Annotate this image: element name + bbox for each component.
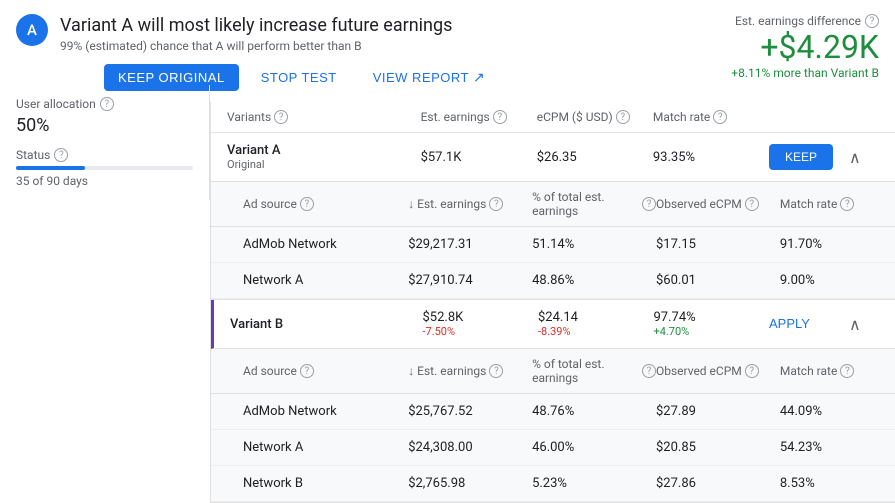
earnings-subtext: +8.11% more than Variant B: [679, 66, 879, 80]
b-row1-match: 44.09%: [780, 404, 879, 419]
view-report-button[interactable]: VIEW REPORT ↗: [359, 63, 500, 92]
variant-a-match-rate: 93.35%: [653, 150, 769, 165]
variant-a-row: Variant A Original $57.1K $26.35 93.35% …: [211, 133, 895, 182]
variant-b-chevron[interactable]: ∧: [849, 315, 861, 334]
variant-a-subtable: Ad source ? ↓ Est. earnings ? % of total…: [211, 182, 895, 300]
sub-est-help-icon[interactable]: ?: [489, 197, 503, 211]
match-rate-help-icon[interactable]: ?: [713, 110, 727, 124]
a-row1-source: AdMob Network: [243, 237, 408, 252]
table-row: Network A $27,910.74 48.86% $60.01 9.00%: [211, 263, 895, 299]
b-row2-ecpm: $20.85: [656, 440, 780, 455]
main-table: Variants ? Est. earnings ? eCPM ($ USD) …: [210, 102, 895, 503]
variant-a-keep-button[interactable]: KEEP: [769, 144, 833, 170]
variant-b-apply-button[interactable]: APPLY: [769, 316, 810, 331]
b-row3-ecpm: $27.86: [656, 476, 780, 491]
allocation-value: 50%: [16, 115, 193, 136]
b-row3-match: 8.53%: [780, 476, 879, 491]
variant-b-sub-header: Ad source ? ↓ Est. earnings ? % of total…: [211, 349, 895, 394]
table-header-row: Variants ? Est. earnings ? eCPM ($ USD) …: [211, 102, 895, 133]
b-row2-earnings: $24,308.00: [408, 440, 532, 455]
est-earnings-help-icon[interactable]: ?: [493, 110, 507, 124]
variant-b-row: Variant B $52.8K -7.50% $24.14 -8.39% 97…: [211, 300, 895, 349]
allocation-label: User allocation: [16, 97, 96, 111]
sub-col-ad-source: Ad source ?: [243, 197, 408, 211]
variant-b-earnings-cell: $52.8K -7.50%: [422, 310, 538, 338]
sub-col-pct-earnings: % of total est. earnings ?: [532, 190, 656, 218]
variant-b-name-cell: Variant B: [230, 317, 422, 332]
variant-a-est-earnings: $57.1K: [421, 150, 537, 165]
table-row: Network A $24,308.00 46.00% $20.85 54.23…: [211, 430, 895, 466]
b-sub-col-match: Match rate ?: [780, 364, 879, 378]
b-sub-col-obs-ecpm: Observed eCPM ?: [656, 364, 780, 378]
b-match-help[interactable]: ?: [840, 364, 854, 378]
earnings-difference-value: +$4.29K: [679, 28, 879, 66]
page-title: Variant A will most likely increase futu…: [60, 14, 499, 37]
a-row2-ecpm: $60.01: [656, 273, 780, 288]
a-row2-match: 9.00%: [780, 273, 879, 288]
b-row1-pct: 48.76%: [532, 404, 656, 419]
a-row2-earnings: $27,910.74: [408, 273, 532, 288]
a-row2-pct: 48.86%: [532, 273, 656, 288]
col-match-rate: Match rate ?: [653, 110, 769, 124]
b-row3-pct: 5.23%: [532, 476, 656, 491]
sub-col-observed-ecpm: Observed eCPM ?: [656, 197, 780, 211]
external-link-icon: ↗: [473, 69, 485, 86]
a-row2-source: Network A: [243, 273, 408, 288]
b-row2-source: Network A: [243, 440, 408, 455]
b-obs-help[interactable]: ?: [745, 364, 759, 378]
allocation-help-icon[interactable]: ?: [100, 97, 114, 111]
b-row3-earnings: $2,765.98: [408, 476, 532, 491]
b-sub-col-ad-source: Ad source ?: [243, 364, 408, 378]
b-row1-ecpm: $27.89: [656, 404, 780, 419]
variant-a-name-cell: Variant A Original: [227, 143, 421, 171]
b-row3-source: Network B: [243, 476, 408, 491]
variant-b-ecpm-cell: $24.14 -8.39%: [538, 310, 654, 338]
a-row1-ecpm: $17.15: [656, 237, 780, 252]
status-label: Status: [16, 148, 50, 162]
col-variants: Variants ?: [227, 110, 421, 124]
days-label: 35 of 90 days: [16, 174, 193, 188]
earnings-help-icon[interactable]: ?: [865, 14, 879, 28]
ecpm-help-icon[interactable]: ?: [616, 110, 630, 124]
progress-bar-fill: [16, 166, 85, 170]
est-earnings-label: Est. earnings difference ?: [679, 14, 879, 28]
sub-col-match-rate: Match rate ?: [780, 197, 879, 211]
progress-bar-background: [16, 166, 193, 170]
left-panel: User allocation ? 50% Status ? 35 of 90 …: [0, 85, 210, 200]
page-subtitle: 99% (estimated) chance that A will perfo…: [60, 39, 499, 53]
ad-source-help-icon[interactable]: ?: [300, 197, 314, 211]
a-row1-pct: 51.14%: [532, 237, 656, 252]
b-row2-pct: 46.00%: [532, 440, 656, 455]
a-row1-earnings: $29,217.31: [408, 237, 532, 252]
sub-pct-help-icon[interactable]: ?: [642, 197, 656, 211]
sub-match-help-icon[interactable]: ?: [840, 197, 854, 211]
table-row: AdMob Network $29,217.31 51.14% $17.15 9…: [211, 227, 895, 263]
b-row1-earnings: $25,767.52: [408, 404, 532, 419]
b-row1-source: AdMob Network: [243, 404, 408, 419]
variant-a-sub-header: Ad source ? ↓ Est. earnings ? % of total…: [211, 182, 895, 227]
b-pct-help[interactable]: ?: [642, 364, 656, 378]
a-row1-match: 91.70%: [780, 237, 879, 252]
variant-a-ecpm: $26.35: [537, 150, 653, 165]
sub-obs-help-icon[interactable]: ?: [745, 197, 759, 211]
variants-help-icon[interactable]: ?: [274, 110, 288, 124]
b-sub-col-est-earnings: ↓ Est. earnings ?: [408, 364, 532, 378]
table-row: AdMob Network $25,767.52 48.76% $27.89 4…: [211, 394, 895, 430]
b-est-help[interactable]: ?: [489, 364, 503, 378]
variant-a-chevron[interactable]: ∧: [849, 148, 861, 167]
b-sub-col-pct: % of total est. earnings ?: [532, 357, 656, 385]
sub-col-est-earnings: ↓ Est. earnings ?: [408, 197, 532, 211]
variant-b-subtable: Ad source ? ↓ Est. earnings ? % of total…: [211, 349, 895, 503]
table-row: Network B $2,765.98 5.23% $27.86 8.53%: [211, 466, 895, 502]
col-ecpm: eCPM ($ USD) ?: [537, 110, 653, 124]
b-row2-match: 54.23%: [780, 440, 879, 455]
col-est-earnings: Est. earnings ?: [421, 110, 537, 124]
b-ad-source-help[interactable]: ?: [300, 364, 314, 378]
stop-test-button[interactable]: STOP TEST: [247, 64, 351, 91]
variant-b-match-cell: 97.74% +4.70%: [653, 310, 769, 338]
status-help-icon[interactable]: ?: [54, 148, 68, 162]
